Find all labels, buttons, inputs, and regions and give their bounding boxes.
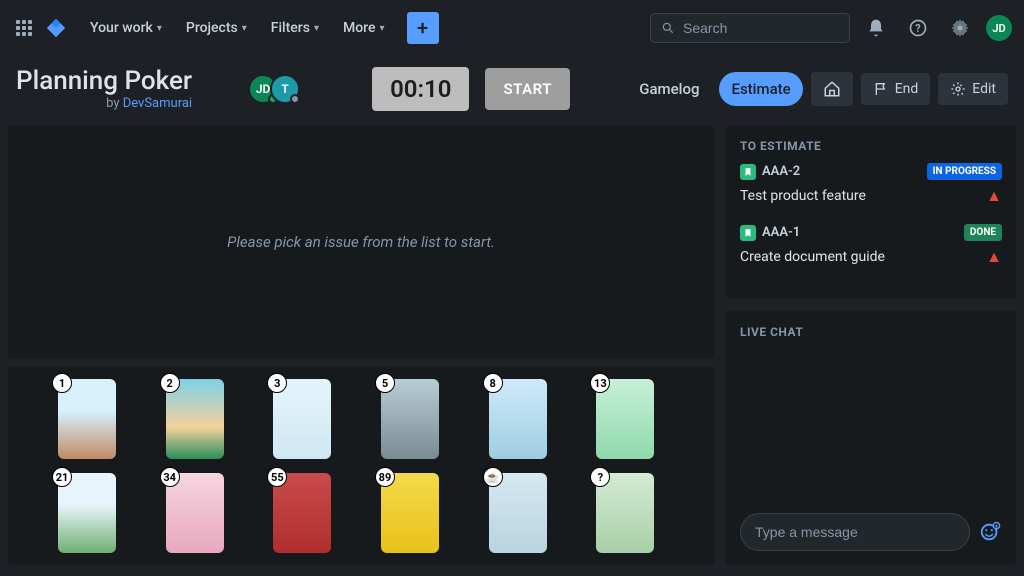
card-value: ☕ bbox=[483, 467, 503, 487]
card-value: 2 bbox=[160, 373, 180, 393]
poker-card[interactable]: 8 bbox=[489, 379, 547, 459]
start-button[interactable]: START bbox=[485, 68, 569, 110]
issue-title: Create document guide bbox=[740, 249, 885, 265]
settings-icon[interactable] bbox=[944, 12, 976, 44]
nav-label: Projects bbox=[186, 20, 238, 36]
cards-grid: 123581321345589☕? bbox=[8, 367, 714, 565]
poker-card[interactable]: 5 bbox=[381, 379, 439, 459]
card-value: 34 bbox=[160, 467, 180, 487]
story-icon bbox=[740, 225, 756, 241]
nav-more[interactable]: More ▾ bbox=[333, 14, 395, 42]
search-icon bbox=[661, 20, 675, 36]
status-badge: IN PROGRESS bbox=[927, 163, 1002, 180]
card-value: 1 bbox=[52, 373, 72, 393]
participants: JDT bbox=[248, 74, 300, 104]
poker-card[interactable]: 55 bbox=[273, 473, 331, 553]
board-empty-message: Please pick an issue from the list to st… bbox=[227, 233, 495, 251]
poker-card[interactable]: 2 bbox=[166, 379, 224, 459]
card-value: 13 bbox=[590, 373, 610, 393]
chat-panel: LIVE CHAT + bbox=[726, 311, 1016, 565]
poker-card[interactable]: ? bbox=[596, 473, 654, 553]
estimate-panel: TO ESTIMATE AAA-2 IN PROGRESS Test produ… bbox=[726, 125, 1016, 299]
chevron-down-icon: ▾ bbox=[242, 23, 247, 34]
chevron-down-icon: ▾ bbox=[379, 23, 384, 34]
poker-card[interactable]: 1 bbox=[58, 379, 116, 459]
edit-label: Edit bbox=[972, 81, 996, 97]
issue-key: AAA-2 bbox=[762, 164, 800, 179]
card-value: ? bbox=[590, 467, 610, 487]
poker-card[interactable]: 21 bbox=[58, 473, 116, 553]
jira-logo-icon[interactable] bbox=[44, 16, 68, 40]
card-value: 8 bbox=[483, 373, 503, 393]
issue-item[interactable]: AAA-2 IN PROGRESS Test product feature ▲ bbox=[740, 163, 1002, 206]
search-box[interactable] bbox=[650, 13, 850, 43]
timer-display: 00:10 bbox=[372, 67, 469, 111]
emoji-button[interactable]: + bbox=[978, 520, 1002, 544]
issue-key: AAA-1 bbox=[762, 225, 800, 240]
poker-card[interactable]: ☕ bbox=[489, 473, 547, 553]
emoji-icon: + bbox=[979, 521, 1001, 543]
edit-button[interactable]: Edit bbox=[938, 73, 1008, 105]
presence-dot-icon bbox=[290, 94, 300, 104]
home-icon bbox=[823, 80, 841, 98]
flag-icon bbox=[873, 81, 889, 97]
participant-avatar[interactable]: T bbox=[270, 74, 300, 104]
svg-text:+: + bbox=[995, 522, 999, 530]
end-label: End bbox=[895, 81, 919, 97]
chat-input[interactable] bbox=[740, 513, 970, 551]
gear-icon bbox=[950, 81, 966, 97]
estimate-panel-title: TO ESTIMATE bbox=[740, 139, 1002, 153]
poker-card[interactable]: 89 bbox=[381, 473, 439, 553]
notifications-icon[interactable] bbox=[860, 12, 892, 44]
search-input[interactable] bbox=[683, 20, 839, 36]
poker-card[interactable]: 13 bbox=[596, 379, 654, 459]
card-value: 55 bbox=[267, 467, 287, 487]
poker-card[interactable]: 34 bbox=[166, 473, 224, 553]
svg-text:?: ? bbox=[915, 22, 920, 35]
card-value: 21 bbox=[52, 467, 72, 487]
poker-card[interactable]: 3 bbox=[273, 379, 331, 459]
title-block: Planning Poker by DevSamurai bbox=[16, 66, 192, 111]
nav-filters[interactable]: Filters ▾ bbox=[261, 14, 329, 42]
issue-item[interactable]: AAA-1 DONE Create document guide ▲ bbox=[740, 224, 1002, 267]
issue-title: Test product feature bbox=[740, 188, 866, 204]
chevron-down-icon: ▾ bbox=[314, 23, 319, 34]
user-avatar[interactable]: JD bbox=[986, 15, 1012, 41]
nav-projects[interactable]: Projects ▾ bbox=[176, 14, 257, 42]
end-button[interactable]: End bbox=[861, 73, 931, 105]
warning-icon: ▲ bbox=[986, 247, 1002, 267]
story-icon bbox=[740, 164, 756, 180]
top-nav: Your work ▾ Projects ▾ Filters ▾ More ▾ … bbox=[0, 0, 1024, 56]
warning-icon: ▲ bbox=[986, 186, 1002, 206]
tab-gamelog[interactable]: Gamelog bbox=[627, 72, 711, 106]
nav-your-work[interactable]: Your work ▾ bbox=[80, 14, 172, 42]
home-button[interactable] bbox=[811, 72, 853, 106]
tab-estimate[interactable]: Estimate bbox=[719, 72, 802, 106]
page-header: Planning Poker by DevSamurai JDT 00:10 S… bbox=[0, 56, 1024, 125]
help-icon[interactable]: ? bbox=[902, 12, 934, 44]
app-switcher[interactable] bbox=[12, 16, 36, 40]
nav-label: Filters bbox=[271, 20, 310, 36]
chevron-down-icon: ▾ bbox=[157, 23, 162, 34]
board-area: Please pick an issue from the list to st… bbox=[8, 125, 714, 359]
nav-label: Your work bbox=[90, 20, 153, 36]
chat-panel-title: LIVE CHAT bbox=[740, 325, 1002, 339]
chat-body bbox=[740, 349, 1002, 505]
card-value: 3 bbox=[267, 373, 287, 393]
author-link[interactable]: DevSamurai bbox=[123, 96, 192, 111]
card-value: 89 bbox=[375, 467, 395, 487]
byline: by DevSamurai bbox=[16, 96, 192, 111]
nav-label: More bbox=[343, 20, 376, 36]
page-title: Planning Poker bbox=[16, 66, 192, 96]
card-value: 5 bbox=[375, 373, 395, 393]
status-badge: DONE bbox=[964, 224, 1002, 241]
create-button[interactable]: + bbox=[407, 12, 439, 44]
